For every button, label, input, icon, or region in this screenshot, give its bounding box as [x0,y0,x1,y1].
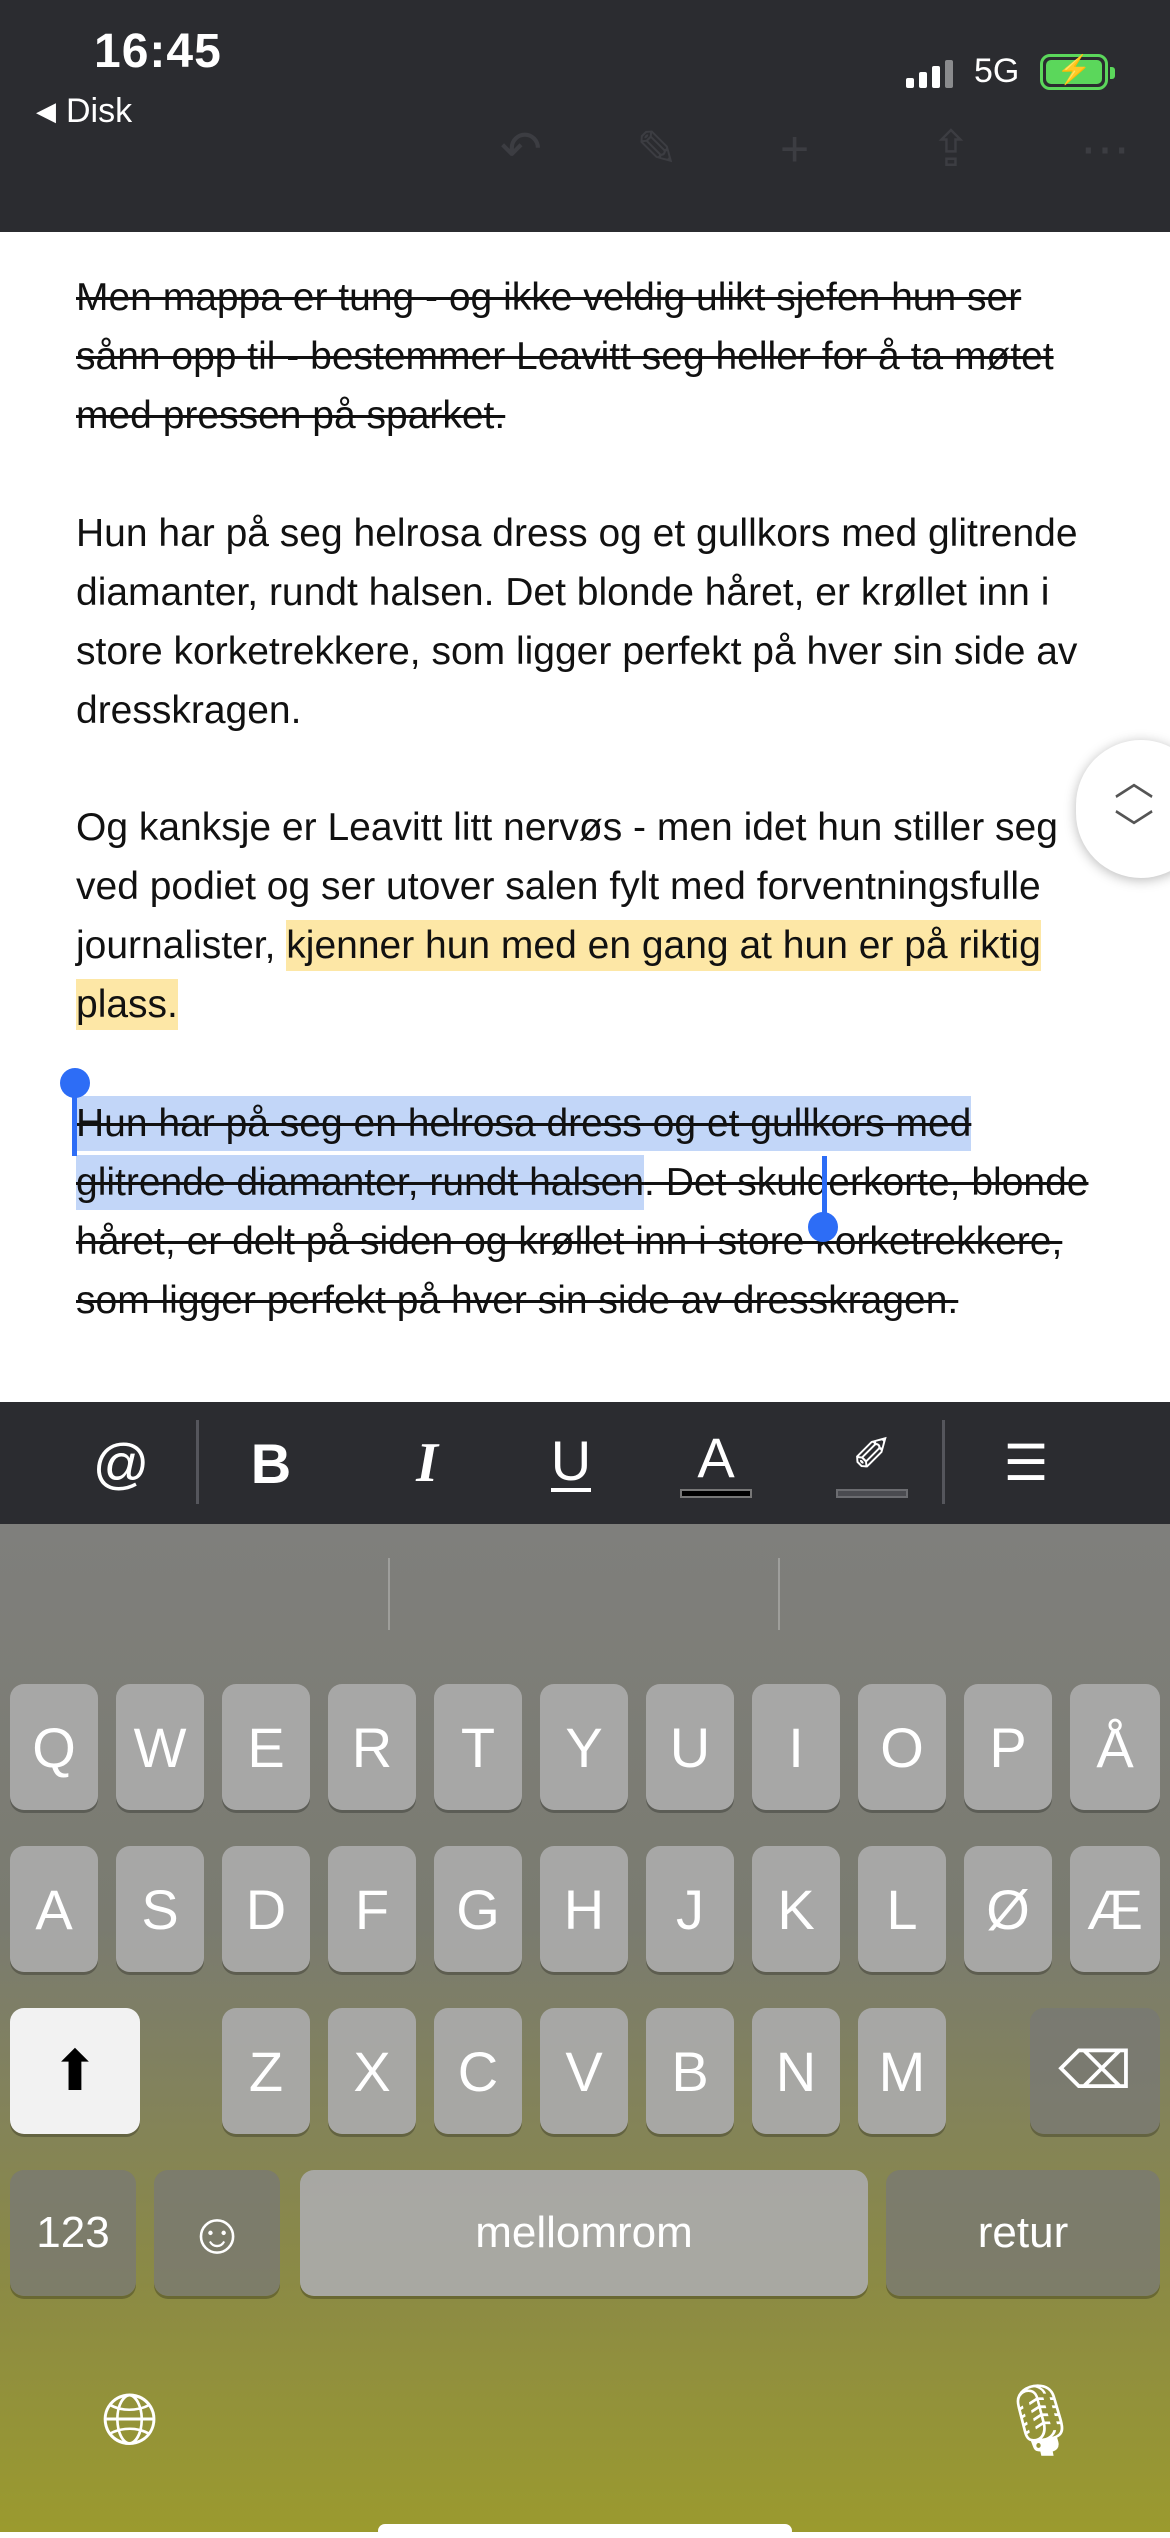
text-color-button[interactable]: A [680,1424,752,1502]
emoji-icon: ☺ [187,2200,247,2266]
battery-charging-icon: ⚡ [1040,54,1115,90]
emoji-key[interactable]: ☺ [154,2170,280,2296]
key-p[interactable]: P [964,1684,1052,1810]
underline-label: U [550,1429,592,1492]
more-icon[interactable]: ⋯ [1080,120,1130,178]
key-q[interactable]: Q [10,1684,98,1810]
delete-key[interactable]: ⌫ [1030,2008,1160,2134]
format-toolbar: @ B I U A ✐ ☰ [0,1402,1170,1524]
key-w[interactable]: W [116,1684,204,1810]
italic-button[interactable]: I [392,1424,462,1502]
network-type: 5G [974,52,1020,90]
key-m[interactable]: M [858,2008,946,2134]
key-b[interactable]: B [646,2008,734,2134]
key-s[interactable]: S [116,1846,204,1972]
editor-toolbar-faded: ↶ ✎ + ⇪ ⋯ [0,120,1170,180]
key-u[interactable]: U [646,1684,734,1810]
keyboard: Q W E R T Y U I O P Å A S D F G H J K L … [0,1524,1170,2538]
key-a[interactable]: A [10,1846,98,1972]
key-g[interactable]: G [434,1846,522,1972]
shift-arrow-icon: ⬆ [51,2039,99,2102]
toolbar-divider [196,1420,199,1504]
top-bar: 16:45 ◀ Disk 5G ⚡ ↶ ✎ + ⇪ ⋯ [0,0,1170,232]
key-j[interactable]: J [646,1846,734,1972]
suggestion-divider [778,1558,780,1630]
space-key[interactable]: mellomrom [300,2170,868,2296]
key-f[interactable]: F [328,1846,416,1972]
return-key[interactable]: retur [886,2170,1160,2296]
key-v[interactable]: V [540,2008,628,2134]
key-e[interactable]: E [222,1684,310,1810]
key-y[interactable]: Y [540,1684,628,1810]
text-color-label: A [697,1425,735,1489]
key-h[interactable]: H [540,1846,628,1972]
comment-icon[interactable]: ✎ [636,120,678,178]
highlight-button[interactable]: ✐ [836,1424,908,1502]
status-time: 16:45 [94,25,222,78]
backspace-icon: ⌫ [1058,2042,1132,2100]
selection-end-handle[interactable] [808,1212,838,1242]
paragraph-struck-4[interactable]: Hun har på seg en helrosa dress og et gu… [76,1094,1106,1330]
key-o[interactable]: O [858,1684,946,1810]
shift-key[interactable]: ⬆ [10,2008,140,2134]
undo-icon[interactable]: ↶ [500,120,542,178]
paragraph-struck-1[interactable]: Men mappa er tung - og ikke veldig ulikt… [76,268,1106,445]
bullet-list-icon[interactable]: ☰ [986,1424,1066,1502]
key-z[interactable]: Z [222,2008,310,2134]
selection-start-caret [72,1090,77,1156]
key-l[interactable]: L [858,1846,946,1972]
key-x[interactable]: X [328,2008,416,2134]
microphone-icon[interactable]: 🎙︎ [980,2358,1100,2484]
text-color-swatch [680,1489,752,1498]
paragraph-3[interactable]: Og kanksje er Leavitt litt nervøs - men … [76,798,1106,1034]
key-i[interactable]: I [752,1684,840,1810]
suggestion-bar[interactable] [0,1524,1170,1664]
globe-icon[interactable]: 🌐︎ [70,2358,190,2484]
toolbar-divider [942,1420,945,1504]
key-ae[interactable]: Æ [1070,1846,1160,1972]
paragraph-2[interactable]: Hun har på seg helrosa dress og et gullk… [76,504,1106,740]
key-aa[interactable]: Å [1070,1684,1160,1810]
highlight-color-swatch [836,1489,908,1498]
chevron-down-icon[interactable]: ﹀ [1114,810,1154,850]
add-icon[interactable]: + [780,120,809,178]
key-c[interactable]: C [434,2008,522,2134]
key-r[interactable]: R [328,1684,416,1810]
underline-button[interactable]: U [536,1424,606,1502]
key-n[interactable]: N [752,2008,840,2134]
cellular-signal-icon [906,58,953,88]
key-k[interactable]: K [752,1846,840,1972]
highlighter-icon: ✐ [851,1429,893,1482]
key-d[interactable]: D [222,1846,310,1972]
suggestion-divider [388,1558,390,1630]
key-t[interactable]: T [434,1684,522,1810]
share-icon[interactable]: ⇪ [930,120,972,178]
chevron-up-icon[interactable]: ︿ [1114,762,1154,802]
bold-button[interactable]: B [236,1424,306,1502]
home-indicator [378,2524,792,2538]
mention-button[interactable]: @ [86,1424,156,1502]
key-oe[interactable]: Ø [964,1846,1052,1972]
numbers-key[interactable]: 123 [10,2170,136,2296]
